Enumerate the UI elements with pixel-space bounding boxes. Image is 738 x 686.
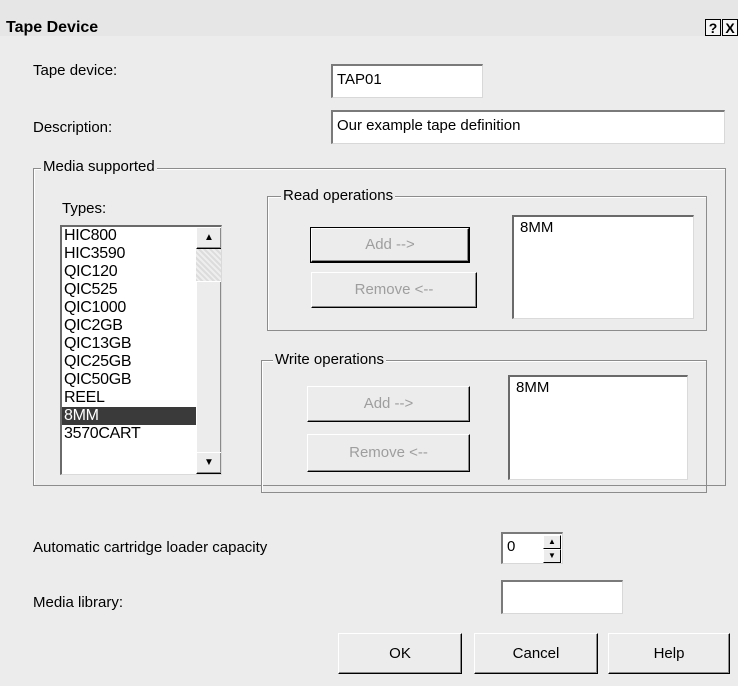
cancel-button[interactable]: Cancel (474, 633, 598, 674)
loader-capacity-label: Automatic cartridge loader capacity (33, 539, 268, 556)
type-list-item[interactable]: 8MM (62, 407, 196, 425)
type-list-item[interactable]: QIC25GB (62, 353, 196, 371)
media-library-field[interactable] (501, 580, 623, 614)
scroll-up-icon[interactable]: ▲ (196, 227, 221, 249)
loader-capacity-value: 0 (507, 538, 516, 555)
scroll-down-icon[interactable]: ▼ (196, 452, 221, 474)
spin-up-icon[interactable]: ▲ (543, 535, 561, 549)
scroll-thumb[interactable] (196, 281, 221, 455)
types-label: Types: (62, 200, 107, 217)
help-button[interactable]: Help (608, 633, 730, 674)
read-add-button[interactable]: Add --> (311, 228, 469, 262)
type-list-item[interactable]: 3570CART (62, 425, 196, 443)
write-add-button[interactable]: Add --> (307, 386, 470, 422)
type-list-item[interactable]: REEL (62, 389, 196, 407)
title-bar: Tape Device ? X (0, 0, 738, 36)
read-remove-button[interactable]: Remove <-- (311, 272, 477, 308)
media-library-label: Media library: (33, 594, 124, 611)
tape-device-field[interactable]: TAP01 (331, 64, 483, 98)
write-operations-list[interactable]: 8MM (508, 375, 688, 480)
type-list-item[interactable]: QIC120 (62, 263, 196, 281)
type-list-item[interactable]: QIC50GB (62, 371, 196, 389)
description-field[interactable]: Our example tape definition (331, 110, 725, 144)
types-scrollbar[interactable]: ▲ ▼ (196, 227, 221, 474)
dialog-title: Tape Device (6, 19, 99, 36)
read-operations-list[interactable]: 8MM (512, 215, 694, 319)
read-operations-label: Read operations (281, 187, 396, 204)
write-remove-button[interactable]: Remove <-- (307, 434, 470, 472)
close-icon[interactable]: X (722, 19, 738, 36)
type-list-item[interactable]: HIC3590 (62, 245, 196, 263)
type-list-item[interactable]: QIC2GB (62, 317, 196, 335)
description-label: Description: (33, 119, 113, 136)
spin-down-icon[interactable]: ▼ (543, 549, 561, 563)
type-list-item[interactable]: QIC1000 (62, 299, 196, 317)
type-list-item[interactable]: QIC13GB (62, 335, 196, 353)
types-listbox[interactable]: HIC800 HIC3590 QIC120 QIC525 QIC1000 QIC2GB QI… (60, 225, 222, 475)
media-supported-label: Media supported (41, 158, 157, 175)
loader-capacity-spinner[interactable]: 0 ▲ ▼ (501, 532, 563, 564)
tape-device-label: Tape device: (33, 62, 118, 79)
ok-button[interactable]: OK (338, 633, 462, 674)
type-list-item[interactable]: QIC525 (62, 281, 196, 299)
read-list-item[interactable]: 8MM (514, 217, 693, 239)
write-operations-label: Write operations (273, 351, 386, 368)
write-list-item[interactable]: 8MM (510, 377, 687, 399)
type-list-item[interactable]: HIC800 (62, 227, 196, 245)
help-icon[interactable]: ? (705, 19, 721, 36)
